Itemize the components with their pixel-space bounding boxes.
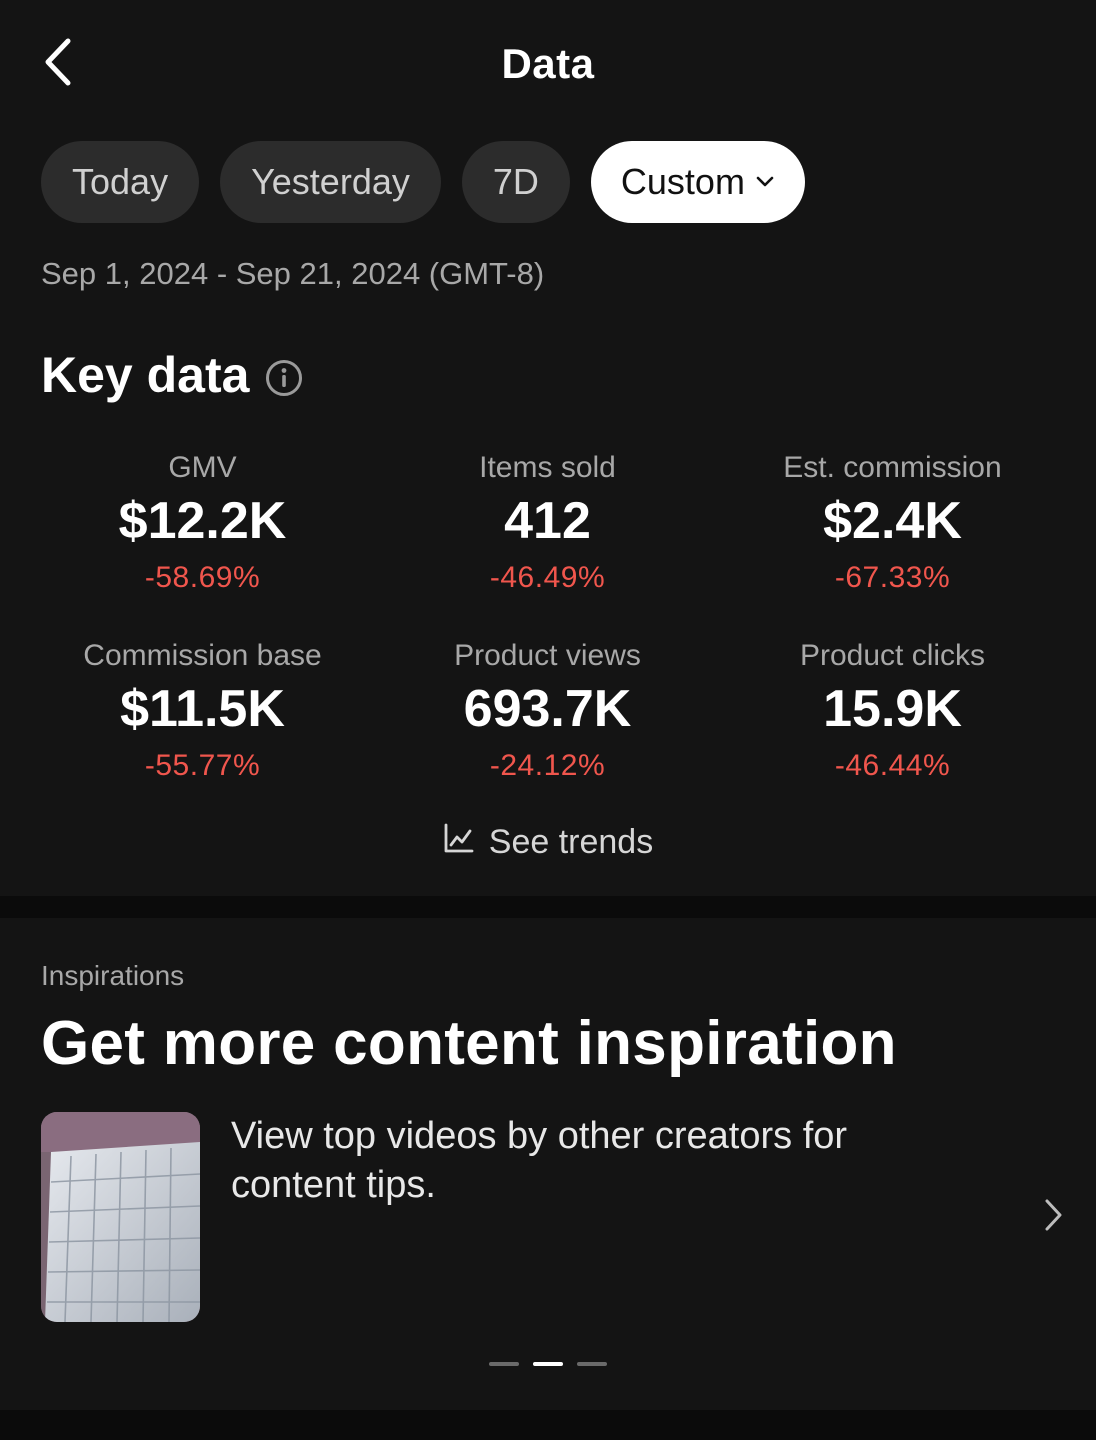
metric-value: 412 bbox=[504, 492, 591, 550]
metrics-grid: GMV $12.2K -58.69% Items sold 412 -46.49… bbox=[30, 448, 1066, 786]
chevron-down-icon bbox=[755, 175, 775, 189]
tab-today[interactable]: Today bbox=[41, 141, 200, 223]
pagination-dot[interactable] bbox=[577, 1362, 607, 1366]
date-range: Sep 1, 2024 - Sep 21, 2024 (GMT-8) bbox=[41, 256, 545, 291]
carousel-pagination bbox=[0, 1362, 1096, 1366]
tab-custom-label: Custom bbox=[620, 161, 745, 202]
metric-label: Product views bbox=[454, 639, 641, 672]
tab-yesterday-label: Yesterday bbox=[251, 161, 410, 202]
metric-change: -58.69% bbox=[144, 561, 261, 594]
date-filter-tabs: Today Yesterday 7D Custom bbox=[41, 141, 805, 223]
chevron-right-icon[interactable] bbox=[1043, 1198, 1063, 1237]
metric-label: Product clicks bbox=[799, 639, 986, 672]
metric-value: $12.2K bbox=[118, 492, 287, 550]
key-data-title: Key data bbox=[41, 347, 250, 403]
page-title: Data bbox=[501, 40, 595, 87]
tab-today-label: Today bbox=[72, 161, 169, 202]
tab-custom[interactable]: Custom bbox=[590, 141, 805, 223]
metric-label: Commission base bbox=[83, 639, 322, 672]
info-icon[interactable] bbox=[265, 359, 303, 397]
key-data-heading: Key data bbox=[41, 346, 303, 404]
metric-value: 693.7K bbox=[463, 680, 632, 738]
inspirations-section: Inspirations Get more content inspiratio… bbox=[0, 918, 1096, 1410]
pagination-dot-active[interactable] bbox=[533, 1362, 563, 1366]
metric-label: GMV bbox=[168, 451, 237, 484]
metric-product-clicks[interactable]: Product clicks 15.9K -46.44% bbox=[720, 636, 1065, 786]
key-data-section: Data Today Yesterday 7D Custom Sep 1, 20… bbox=[0, 0, 1096, 896]
metric-value: $2.4K bbox=[823, 492, 962, 550]
pagination-dot[interactable] bbox=[489, 1362, 519, 1366]
metric-value: 15.9K bbox=[823, 680, 962, 738]
metric-label: Items sold bbox=[479, 451, 616, 484]
header: Data bbox=[0, 0, 1096, 128]
section-divider bbox=[0, 896, 1096, 918]
metric-change: -67.33% bbox=[834, 561, 951, 594]
inspirations-title: Get more content inspiration bbox=[41, 1009, 897, 1078]
inspiration-card[interactable]: View top videos by other creators for co… bbox=[41, 1112, 1071, 1322]
see-trends-label: See trends bbox=[488, 823, 654, 861]
tab-yesterday[interactable]: Yesterday bbox=[220, 141, 441, 223]
metric-value: $11.5K bbox=[120, 680, 285, 738]
inspirations-kicker: Inspirations bbox=[41, 960, 185, 991]
metric-change: -55.77% bbox=[144, 749, 261, 782]
metric-commission-base[interactable]: Commission base $11.5K -55.77% bbox=[30, 636, 375, 786]
metric-change: -24.12% bbox=[489, 749, 606, 782]
see-trends-link[interactable]: See trends bbox=[0, 822, 1096, 863]
metric-label: Est. commission bbox=[783, 451, 1002, 484]
inspiration-description: View top videos by other creators for co… bbox=[231, 1115, 848, 1206]
metric-est-commission[interactable]: Est. commission $2.4K -67.33% bbox=[720, 448, 1065, 598]
metric-change: -46.49% bbox=[489, 561, 606, 594]
metric-gmv[interactable]: GMV $12.2K -58.69% bbox=[30, 448, 375, 598]
bottom-divider bbox=[0, 1410, 1096, 1440]
line-chart-icon bbox=[443, 822, 475, 863]
metric-items-sold[interactable]: Items sold 412 -46.49% bbox=[375, 448, 720, 598]
tab-7d-label: 7D bbox=[492, 161, 539, 202]
metric-product-views[interactable]: Product views 693.7K -24.12% bbox=[375, 636, 720, 786]
video-thumbnail bbox=[41, 1112, 200, 1322]
tab-7d[interactable]: 7D bbox=[461, 141, 570, 223]
metric-change: -46.44% bbox=[834, 749, 951, 782]
data-screen: Data Today Yesterday 7D Custom Sep 1, 20… bbox=[0, 0, 1096, 1440]
